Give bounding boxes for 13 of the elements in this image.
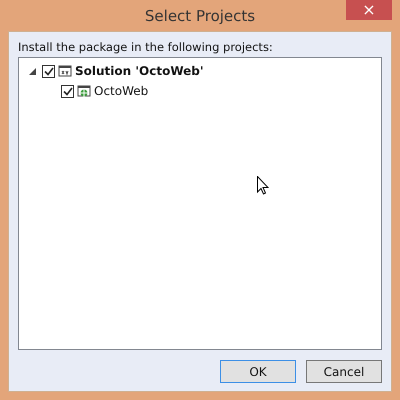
ok-button[interactable]: OK (220, 360, 296, 383)
web-project-icon (77, 84, 91, 98)
solution-icon (58, 64, 72, 78)
checkbox[interactable] (42, 64, 55, 78)
checkbox[interactable] (61, 84, 74, 98)
tree-item-label[interactable]: Solution 'OctoWeb' (75, 64, 204, 78)
instruction-text: Install the package in the following projects: (18, 40, 274, 54)
close-button[interactable]: × (346, 0, 392, 20)
mouse-pointer-icon (257, 176, 269, 195)
cancel-button[interactable]: Cancel (306, 360, 382, 383)
tree-item-label[interactable]: OctoWeb (94, 84, 148, 98)
collapse-arrow-icon[interactable] (28, 68, 36, 74)
window-title: Select Projects (144, 6, 256, 24)
